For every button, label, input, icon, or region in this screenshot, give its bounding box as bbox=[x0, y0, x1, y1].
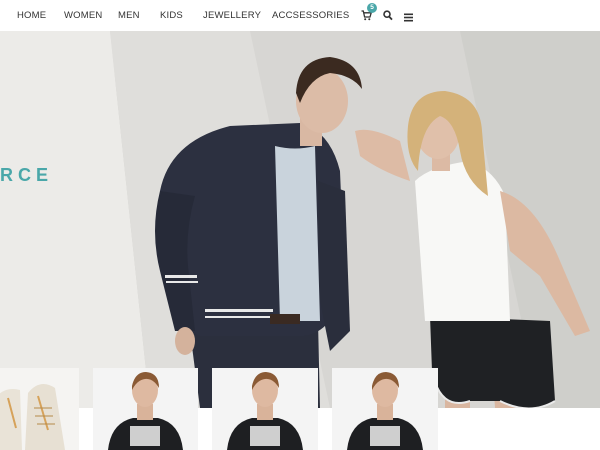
tshirt-model-image bbox=[332, 368, 438, 450]
hero-headline-partial: RCE bbox=[0, 165, 54, 185]
product-thumbnail-sneakers[interactable] bbox=[0, 368, 79, 450]
top-navigation: HOME WOMEN MEN KIDS JEWELLERY ACCSESSORI… bbox=[0, 0, 600, 31]
tshirt-model-image bbox=[93, 368, 198, 450]
nav-item-accessories[interactable]: ACCSESSORIES bbox=[272, 10, 349, 21]
nav-item-women[interactable]: WOMEN bbox=[64, 10, 102, 21]
menu-icon[interactable] bbox=[404, 9, 413, 27]
hero-banner[interactable]: RCE bbox=[0, 31, 600, 408]
search-icon[interactable] bbox=[383, 8, 393, 26]
product-thumbnail-tshirt-3[interactable] bbox=[332, 368, 438, 450]
nav-item-jewellery[interactable]: JEWELLERY bbox=[203, 10, 261, 21]
nav-item-home[interactable]: HOME bbox=[17, 10, 46, 21]
hero-background-image bbox=[0, 31, 600, 408]
product-thumbnail-tshirt-2[interactable] bbox=[212, 368, 318, 450]
nav-item-kids[interactable]: KIDS bbox=[160, 10, 183, 21]
sneakers-image bbox=[0, 368, 79, 450]
tshirt-model-image bbox=[212, 368, 318, 450]
nav-item-men[interactable]: MEN bbox=[118, 10, 140, 21]
product-thumbnail-tshirt-1[interactable] bbox=[93, 368, 198, 450]
cart-count-badge: 5 bbox=[367, 3, 377, 13]
